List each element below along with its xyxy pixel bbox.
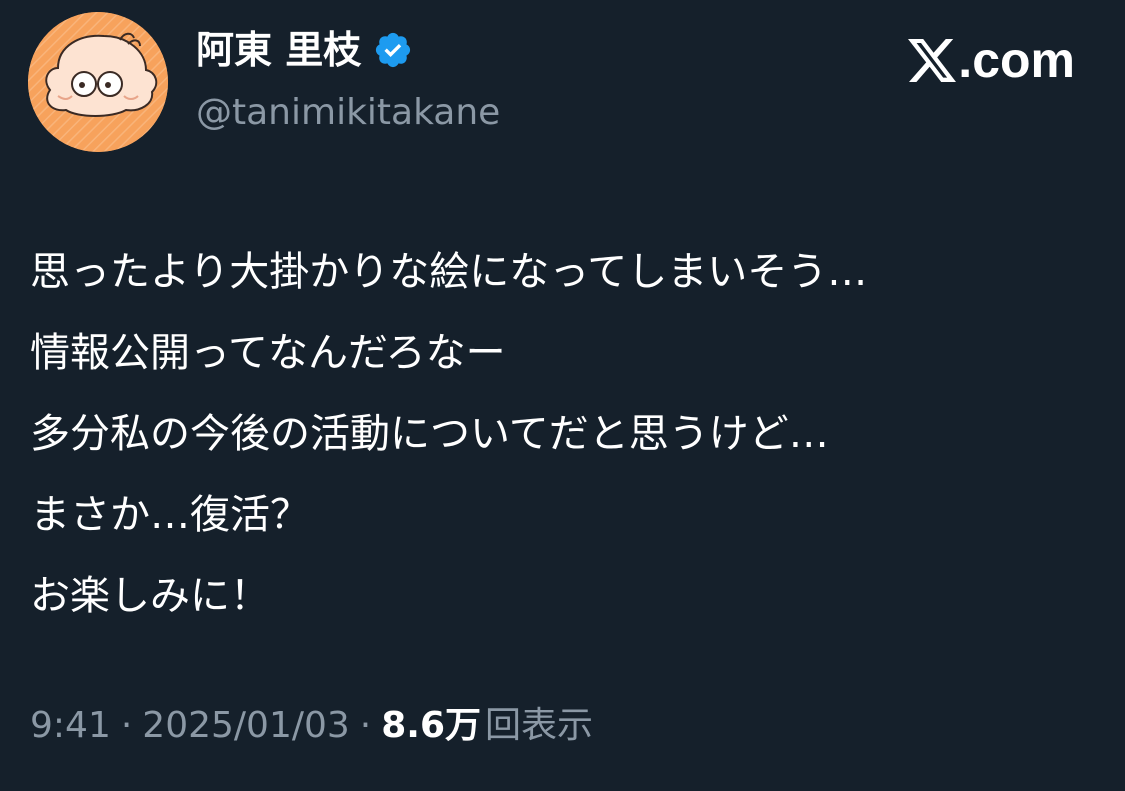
brand-logo[interactable]: .com xyxy=(908,30,1075,90)
brand-domain-text: .com xyxy=(958,32,1075,88)
views-count[interactable]: 8.6万 xyxy=(381,700,481,752)
avatar[interactable] xyxy=(28,12,168,152)
tweet-line: 思ったより大掛かりな絵になってしまいそう… xyxy=(30,249,868,295)
tweet-line: お楽しみに！ xyxy=(30,573,270,619)
tweet-line: まさか…復活？ xyxy=(30,492,310,538)
avatar-illustration xyxy=(28,12,168,152)
author-display-name[interactable]: 阿東 里枝 xyxy=(196,24,413,76)
tweet-meta: 9:41 · 2025/01/03 · 8.6万 回表示 xyxy=(30,700,593,752)
tweet-date[interactable]: 2025/01/03 xyxy=(142,700,350,752)
x-logo-icon xyxy=(908,39,957,82)
views-label: 回表示 xyxy=(485,705,594,746)
meta-separator: · xyxy=(359,705,372,746)
meta-separator: · xyxy=(120,705,133,746)
verified-badge-icon xyxy=(373,30,413,70)
tweet-line: 情報公開ってなんだろなー xyxy=(30,330,506,376)
tweet-line: 多分私の今後の活動についてだと思うけど… xyxy=(30,411,829,457)
tweet-time[interactable]: 9:41 xyxy=(30,700,111,752)
tweet-body: 思ったより大掛かりな絵になってしまいそう… 情報公開ってなんだろなー 多分私の今… xyxy=(30,232,1100,637)
author-name-text: 阿東 里枝 xyxy=(196,28,362,72)
author-handle[interactable]: @tanimikitakane xyxy=(196,88,500,138)
